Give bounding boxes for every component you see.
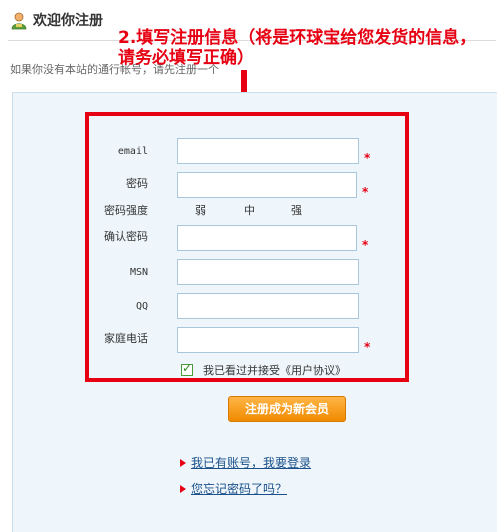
- password-label: 密码: [126, 177, 148, 190]
- login-link[interactable]: 我已有账号，我要登录: [191, 456, 311, 470]
- password-field[interactable]: [177, 172, 357, 198]
- email-label: email: [117, 146, 148, 157]
- strength-weak: 弱: [195, 204, 206, 217]
- user-icon: [10, 12, 28, 30]
- strength-medium: 中: [244, 204, 255, 217]
- email-required-mark: *: [364, 151, 371, 165]
- phone-field[interactable]: [177, 327, 359, 353]
- triangle-bullet-icon: [180, 485, 186, 493]
- checkmark-icon: ✓: [182, 361, 193, 375]
- strength-label: 密码强度: [104, 204, 148, 217]
- agree-label: 我已看过并接受: [203, 364, 280, 377]
- email-field[interactable]: [177, 138, 359, 164]
- forgot-password-link[interactable]: 您忘记密码了吗？: [191, 482, 287, 496]
- register-button[interactable]: 注册成为新会员: [228, 396, 346, 422]
- msn-label: MSN: [129, 267, 148, 278]
- confirm-required-mark: *: [362, 238, 369, 252]
- annotation-note: 2.填写注册信息（将是环球宝给您发货的信息，请务必填写正确）: [118, 28, 477, 68]
- triangle-bullet-icon: [180, 459, 186, 467]
- phone-label: 家庭电话: [104, 332, 148, 345]
- page-title: 欢迎你注册: [33, 13, 103, 29]
- password-required-mark: *: [362, 185, 369, 199]
- user-agreement-link[interactable]: 《用户协议》: [280, 364, 346, 377]
- confirm-password-label: 确认密码: [104, 230, 148, 243]
- strength-strong: 强: [291, 204, 302, 217]
- confirm-password-field[interactable]: [177, 225, 357, 251]
- agree-text: 我已看过并接受《用户协议》: [203, 364, 346, 378]
- qq-label: QQ: [135, 301, 148, 312]
- qq-field[interactable]: [177, 293, 359, 319]
- phone-required-mark: *: [364, 340, 371, 354]
- msn-field[interactable]: [177, 259, 359, 285]
